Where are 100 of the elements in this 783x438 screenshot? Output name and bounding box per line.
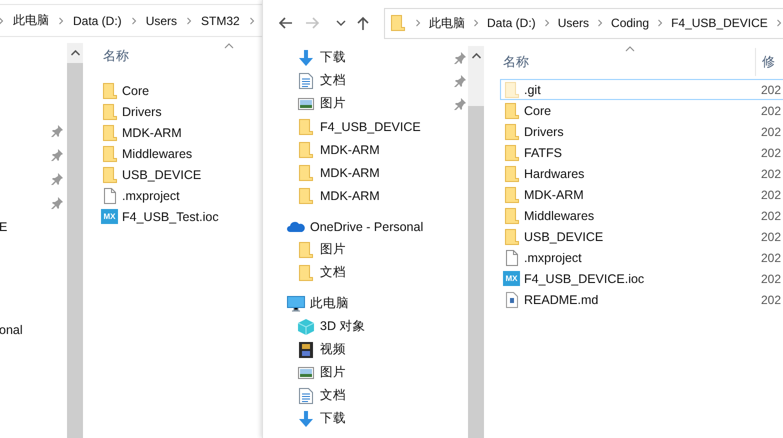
scroll-up-icon (70, 50, 80, 56)
nav-item[interactable]: 视频 (320, 341, 346, 358)
file-name[interactable]: FATFS (524, 146, 756, 160)
file-name[interactable]: Drivers (122, 104, 162, 118)
nav-item[interactable]: 文档 (320, 387, 346, 404)
file-name[interactable]: F4_USB_DEVICE.ioc (524, 272, 756, 286)
address-bar[interactable]: 此电脑 Data (D:) Users STM32 (0, 4, 263, 37)
file-name[interactable]: MDK-ARM (524, 188, 756, 202)
chevron-icon (186, 16, 192, 24)
nav-item[interactable]: 文档 (320, 72, 346, 89)
file-name[interactable]: Core (524, 104, 756, 118)
folder-icon (505, 228, 519, 244)
column-header[interactable]: 修 (755, 48, 775, 76)
file-name[interactable]: README.md (524, 292, 756, 306)
nav-item[interactable]: OneDrive - Personal (310, 220, 424, 234)
mx-file-icon: MX (101, 209, 118, 224)
nav-item[interactable]: 3D 对象 (320, 318, 366, 335)
folder-icon (505, 166, 519, 182)
nav-item[interactable]: E (0, 220, 8, 234)
column-header[interactable]: 名称 (103, 47, 129, 65)
folder-icon (103, 146, 117, 162)
date-cell: 202 (761, 272, 782, 286)
breadcrumb-item[interactable]: Users (556, 16, 592, 30)
monitor-icon (287, 296, 305, 312)
nav-item[interactable]: 文档 (320, 264, 346, 281)
breadcrumb-item[interactable]: 此电脑 (427, 14, 467, 32)
folder-icon (505, 124, 519, 140)
cloud-icon (287, 220, 305, 232)
picture-icon (298, 366, 314, 380)
nav-item[interactable]: MDK-ARM (320, 188, 380, 202)
file-name[interactable]: .mxproject (524, 250, 756, 264)
chevron-icon (473, 19, 479, 27)
chevron-icon (415, 19, 421, 27)
date-cell: 202 (761, 166, 782, 180)
nav-item[interactable]: F4_USB_DEVICE (320, 120, 421, 134)
nav-item[interactable]: 下载 (320, 410, 346, 427)
date-cell: 202 (761, 292, 782, 306)
file-name[interactable]: Drivers (524, 124, 756, 138)
selected-row[interactable]: .git 202 (500, 79, 783, 100)
nav-item[interactable]: 图片 (320, 364, 346, 381)
breadcrumb-item[interactable]: STM32 (199, 14, 242, 28)
file-name[interactable]: Middlewares (122, 146, 192, 160)
sort-caret-icon (224, 43, 234, 49)
chevron-icon (130, 16, 137, 24)
date-cell: 202 (761, 250, 782, 264)
scroll-up-icon (472, 53, 480, 59)
breadcrumb-item[interactable]: Users (144, 14, 180, 28)
file-name[interactable]: F4_USB_Test.ioc (122, 210, 219, 224)
file-icon (506, 292, 518, 308)
mx-file-icon: MX (503, 271, 520, 286)
chevron-icon (58, 16, 64, 24)
date-cell: 202 (761, 82, 782, 96)
nav-item[interactable]: 图片 (320, 95, 346, 112)
nav-item[interactable]: 下载 (320, 49, 346, 66)
sort-caret-icon (625, 46, 635, 52)
file-name[interactable]: Core (122, 84, 150, 98)
download-icon (298, 50, 314, 66)
nav-item[interactable]: MDK-ARM (320, 166, 380, 180)
breadcrumb-item[interactable]: 此电脑 (11, 12, 51, 29)
file-name[interactable]: Middlewares (524, 208, 756, 222)
folder-icon (103, 82, 117, 98)
file-name[interactable]: .mxproject (122, 188, 180, 202)
file-name[interactable]: USB_DEVICE (524, 230, 756, 244)
date-cell: 202 (761, 124, 782, 138)
nav-item[interactable]: 图片 (320, 241, 346, 258)
breadcrumb-item[interactable]: Coding (609, 16, 652, 30)
date-cell: 202 (761, 208, 782, 222)
nav-item[interactable]: MDK-ARM (320, 142, 380, 156)
date-cell: 202 (761, 188, 782, 202)
document-icon (299, 72, 313, 88)
chevron-icon (597, 19, 604, 27)
folder-icon (299, 264, 313, 280)
column-header[interactable]: 名称 (503, 53, 755, 71)
file-icon (506, 250, 518, 266)
breadcrumb-item[interactable]: Data (D:) (71, 14, 124, 28)
folder-icon (391, 15, 405, 31)
chevron-icon (776, 19, 782, 27)
folder-icon (299, 164, 313, 180)
folder-icon (299, 118, 313, 134)
cube-icon (298, 318, 314, 334)
file-name[interactable]: Hardwares (524, 166, 756, 180)
folder-icon (505, 82, 519, 98)
folder-icon (299, 142, 313, 158)
scrollbar[interactable] (468, 46, 484, 438)
file-name[interactable]: MDK-ARM (122, 126, 182, 140)
folder-icon (505, 144, 519, 160)
folder-icon (299, 242, 313, 258)
picture-icon (298, 96, 314, 110)
up-arrow-icon[interactable] (356, 16, 370, 30)
chevron-icon (657, 19, 664, 27)
file-name[interactable]: .git (524, 82, 756, 96)
nav-item[interactable]: 此电脑 (310, 295, 349, 312)
folder-icon (103, 124, 117, 140)
file-name[interactable]: USB_DEVICE (122, 168, 202, 182)
address-bar[interactable]: 此电脑 Data (D:) Users Coding F4_USB_DEVICE (384, 8, 783, 38)
back-arrow-icon[interactable] (278, 16, 292, 30)
breadcrumb-item[interactable]: F4_USB_DEVICE (669, 16, 770, 30)
chevron-icon (544, 19, 550, 27)
breadcrumb-item[interactable]: Data (D:) (485, 16, 538, 30)
scrollbar-thumb[interactable] (468, 106, 484, 438)
